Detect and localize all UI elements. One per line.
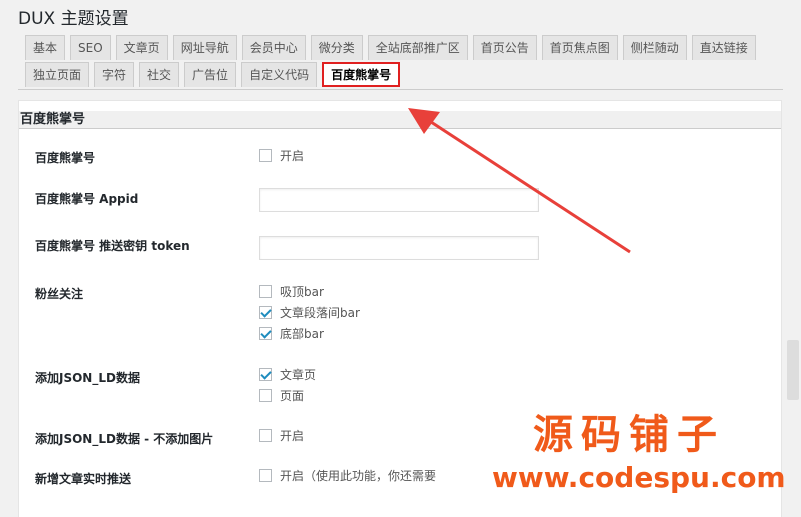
- tab-row-2: 独立页面 字符 社交 广告位 自定义代码 百度熊掌号: [25, 62, 785, 89]
- enable-checkbox[interactable]: [259, 149, 272, 162]
- token-input[interactable]: [259, 236, 539, 260]
- tab-article[interactable]: 文章页: [115, 35, 168, 60]
- tab-custom-code[interactable]: 自定义代码: [241, 62, 318, 87]
- realtime-checkbox[interactable]: [259, 469, 272, 482]
- realtime-option[interactable]: 开启（使用此功能，你还需要: [259, 467, 439, 484]
- fans-option-bottom-bar[interactable]: 底部bar: [259, 325, 324, 342]
- tab-links[interactable]: 直达链接: [691, 35, 756, 60]
- jsonld-noimg-option-text: 开启: [280, 429, 305, 443]
- tab-chars[interactable]: 字符: [94, 62, 135, 87]
- tab-focus[interactable]: 首页焦点图: [541, 35, 618, 60]
- section-title: 百度熊掌号: [19, 111, 781, 129]
- jsonld-option-text: 文章页: [280, 368, 317, 382]
- tab-social[interactable]: 社交: [139, 62, 180, 87]
- scrollbar[interactable]: [783, 100, 801, 517]
- tab-sidebar[interactable]: 侧栏随动: [622, 35, 687, 60]
- tab-pages[interactable]: 独立页面: [25, 62, 90, 87]
- fans-option-text: 底部bar: [280, 327, 324, 341]
- jsonld-checkbox-article[interactable]: [259, 368, 272, 381]
- enable-option-text: 开启: [280, 149, 305, 163]
- jsonld-label: 添加JSON_LD数据: [35, 371, 140, 385]
- tab-row-1: 基本 SEO 文章页 网址导航 会员中心 微分类 全站底部推广区 首页公告 首页…: [25, 35, 785, 62]
- tabs-divider: [18, 89, 783, 90]
- watermark-title: 源码铺子: [533, 412, 725, 458]
- fans-label: 粉丝关注: [35, 287, 84, 301]
- fans-checkbox-paragraph-bar[interactable]: [259, 306, 272, 319]
- jsonld-noimg-label: 添加JSON_LD数据 - 不添加图片: [35, 432, 214, 446]
- tab-ads[interactable]: 广告位: [184, 62, 237, 87]
- tab-footer-promo[interactable]: 全站底部推广区: [367, 35, 468, 60]
- appid-label: 百度熊掌号 Appid: [35, 192, 139, 206]
- enable-option[interactable]: 开启: [259, 147, 304, 164]
- realtime-option-text: 开启（使用此功能，你还需要: [280, 469, 437, 483]
- appid-input[interactable]: [259, 188, 539, 212]
- jsonld-checkbox-page[interactable]: [259, 389, 272, 402]
- jsonld-option-text: 页面: [280, 389, 305, 403]
- fans-option-paragraph-bar[interactable]: 文章段落间bar: [259, 304, 360, 321]
- fans-checkbox-bottom-bar[interactable]: [259, 327, 272, 340]
- fans-checkbox-top-bar[interactable]: [259, 285, 272, 298]
- fans-option-text: 吸顶bar: [280, 285, 324, 299]
- tab-notice[interactable]: 首页公告: [472, 35, 537, 60]
- tab-seo[interactable]: SEO: [70, 35, 111, 60]
- jsonld-noimg-option[interactable]: 开启: [259, 427, 304, 444]
- fans-option-top-bar[interactable]: 吸顶bar: [259, 283, 324, 300]
- page-title: DUX 主题设置: [18, 9, 129, 29]
- token-label: 百度熊掌号 推送密钥 token: [35, 239, 190, 253]
- realtime-label: 新增文章实时推送: [35, 472, 132, 486]
- tab-baidu-xzh[interactable]: 百度熊掌号: [322, 62, 401, 87]
- tab-basic[interactable]: 基本: [25, 35, 66, 60]
- fans-option-text: 文章段落间bar: [280, 306, 360, 320]
- tab-nav[interactable]: 网址导航: [172, 35, 237, 60]
- scrollbar-thumb[interactable]: [787, 340, 799, 400]
- jsonld-noimg-checkbox[interactable]: [259, 429, 272, 442]
- jsonld-option-page[interactable]: 页面: [259, 387, 304, 404]
- tab-category[interactable]: 微分类: [310, 35, 363, 60]
- watermark-url: www.codespu.com: [492, 461, 786, 494]
- tab-bar: 基本 SEO 文章页 网址导航 会员中心 微分类 全站底部推广区 首页公告 首页…: [25, 35, 785, 89]
- enable-label: 百度熊掌号: [35, 151, 96, 165]
- tab-member[interactable]: 会员中心: [241, 35, 306, 60]
- jsonld-option-article[interactable]: 文章页: [259, 366, 316, 383]
